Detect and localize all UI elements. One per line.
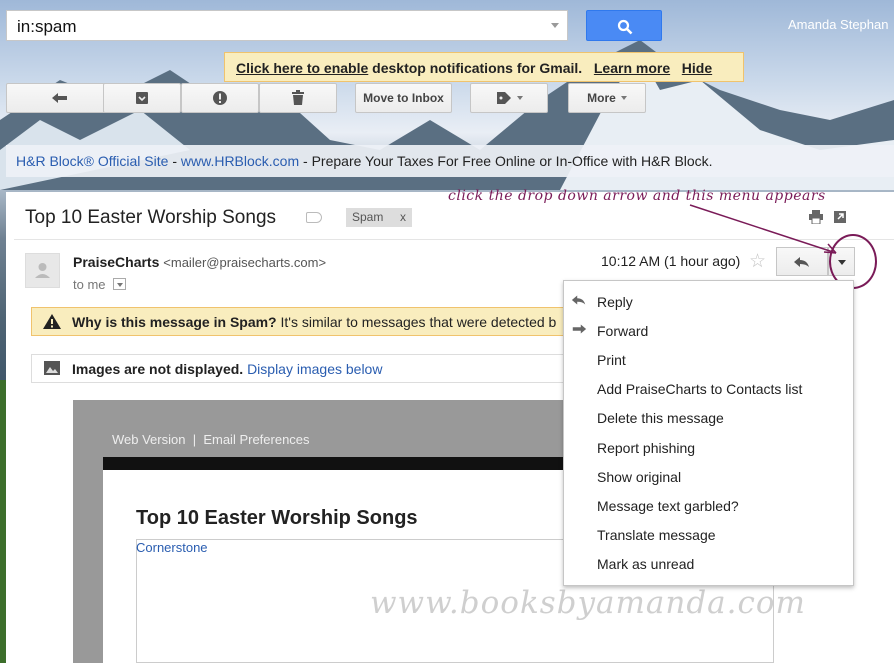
archive-icon xyxy=(136,92,148,104)
more-label: More xyxy=(587,91,616,105)
warning-icon xyxy=(43,314,61,329)
label-icon xyxy=(496,92,511,104)
email-title: Top 10 Easter Worship Songs xyxy=(136,507,418,529)
importance-marker-icon[interactable] xyxy=(306,212,322,223)
spam-label-text: Spam xyxy=(352,210,384,224)
menu-item-label: Add PraiseCharts to Contacts list xyxy=(597,381,803,398)
sender-name[interactable]: PraiseCharts xyxy=(73,254,159,270)
menu-item-label: Delete this message xyxy=(597,410,724,427)
archive-button[interactable] xyxy=(103,83,181,113)
show-details-button[interactable] xyxy=(113,278,126,290)
move-to-inbox-button[interactable]: Move to Inbox xyxy=(355,83,452,113)
user-silhouette-icon xyxy=(35,263,50,278)
image-icon xyxy=(44,361,60,375)
remove-label-button[interactable]: x xyxy=(400,210,406,224)
more-actions-button[interactable]: More xyxy=(568,83,646,113)
report-spam-button[interactable] xyxy=(181,83,259,113)
watermark: www.booksbyamanda.com xyxy=(370,585,806,621)
ad-url-link[interactable]: www.HRBlock.com xyxy=(181,153,299,169)
menu-item-label: Message text garbled? xyxy=(597,497,739,514)
spam-warning-text: It's similar to messages that were detec… xyxy=(276,314,557,330)
menu-item-delete[interactable]: Delete this message xyxy=(564,404,853,433)
notification-message: desktop notifications for Gmail. xyxy=(372,60,583,76)
labels-button[interactable] xyxy=(470,83,548,113)
sender-email: <mailer@praisecharts.com> xyxy=(163,255,327,270)
spam-warning-title: Why is this message in Spam? xyxy=(72,314,277,330)
email-article-link[interactable]: Cornerstone xyxy=(136,540,208,555)
enable-notifications-link[interactable]: Click here to enable xyxy=(236,60,368,76)
hide-link[interactable]: Hide xyxy=(682,60,712,76)
menu-item-forward[interactable]: Forward xyxy=(564,316,853,345)
menu-item-label: Translate message xyxy=(597,527,716,544)
spam-label-chip: Spam x xyxy=(346,208,412,227)
sender-line: PraiseCharts <mailer@praisecharts.com> xyxy=(73,254,326,270)
ad-separator: - xyxy=(168,153,181,169)
recipient-text: to me xyxy=(73,277,106,292)
link-separator: | xyxy=(192,432,197,447)
annotation-arrow xyxy=(689,204,837,254)
email-preferences-link[interactable]: Email Preferences xyxy=(203,432,309,447)
menu-item-label: Report phishing xyxy=(597,439,696,456)
search-input[interactable]: in:spam xyxy=(6,10,568,41)
search-query: in:spam xyxy=(17,17,77,36)
menu-item-label: Show original xyxy=(597,468,682,485)
ad-title-link[interactable]: H&R Block® Official Site xyxy=(16,153,168,169)
ad-text: - Prepare Your Taxes For Free Online or … xyxy=(299,153,713,169)
menu-item-show-original[interactable]: Show original xyxy=(564,462,853,491)
message-subject: Top 10 Easter Worship Songs xyxy=(25,207,277,228)
account-name[interactable]: Amanda Stephan xyxy=(788,17,888,32)
reply-icon xyxy=(571,295,586,305)
chevron-down-icon xyxy=(620,96,627,100)
email-header-links: Web Version | Email Preferences xyxy=(112,432,310,447)
report-spam-icon xyxy=(213,91,227,105)
search-icon xyxy=(617,19,633,35)
menu-item-reply[interactable]: Reply xyxy=(564,287,853,316)
delete-button[interactable] xyxy=(259,83,337,113)
avatar xyxy=(25,253,60,288)
menu-item-text-garbled[interactable]: Message text garbled? xyxy=(564,491,853,520)
menu-item-mark-unread[interactable]: Mark as unread xyxy=(564,550,853,579)
menu-item-translate[interactable]: Translate message xyxy=(564,521,853,550)
annotation-note: click the drop down arrow and this menu … xyxy=(448,188,826,204)
back-to-list-button[interactable] xyxy=(6,83,113,113)
display-images-link[interactable]: Display images below xyxy=(247,361,382,377)
web-version-link[interactable]: Web Version xyxy=(112,432,185,447)
menu-item-report-phishing[interactable]: Report phishing xyxy=(564,433,853,462)
chevron-down-icon xyxy=(516,96,523,100)
back-arrow-icon xyxy=(51,93,67,103)
images-not-displayed-text: Images are not displayed. xyxy=(72,361,244,377)
learn-more-link[interactable]: Learn more xyxy=(594,60,670,76)
menu-item-label: Mark as unread xyxy=(597,556,695,573)
sponsored-ad-strip: H&R Block® Official Site - www.HRBlock.c… xyxy=(6,145,894,177)
menu-item-label: Print xyxy=(597,351,626,368)
search-options-dropdown[interactable] xyxy=(551,23,559,28)
desktop-notification-banner: Click here to enable desktop notificatio… xyxy=(224,52,744,82)
menu-item-add-to-contacts[interactable]: Add PraiseCharts to Contacts list xyxy=(564,375,853,404)
move-to-inbox-label: Move to Inbox xyxy=(363,91,444,105)
forward-icon xyxy=(572,324,587,334)
message-actions-menu: Reply Forward Print Add PraiseCharts to … xyxy=(563,280,854,586)
search-button[interactable] xyxy=(586,10,662,41)
menu-item-print[interactable]: Print xyxy=(564,345,853,374)
menu-item-label: Reply xyxy=(597,293,633,310)
menu-item-label: Forward xyxy=(597,322,649,339)
trash-icon xyxy=(292,90,304,105)
